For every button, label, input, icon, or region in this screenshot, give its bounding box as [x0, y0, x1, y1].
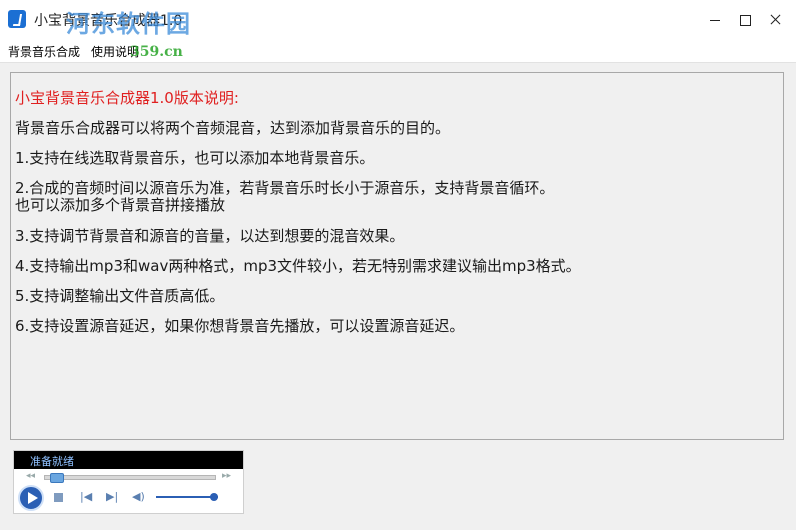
- seek-slider[interactable]: [44, 473, 216, 483]
- player-status-bar: 准备就绪: [14, 451, 243, 469]
- app-icon: [8, 10, 26, 28]
- menu-item-background-music[interactable]: 背景音乐合成: [8, 43, 80, 60]
- minimize-button[interactable]: [700, 0, 730, 40]
- seek-forward-icon[interactable]: ▸▸: [222, 471, 231, 481]
- media-player: 准备就绪 ◂◂ ▸▸ |◀ ▶| ◀): [13, 450, 244, 514]
- seek-thumb[interactable]: [49, 473, 64, 483]
- volume-icon[interactable]: ◀): [132, 491, 145, 503]
- doc-line: 背景音乐合成器可以将两个音频混音，达到添加背景音乐的目的。: [15, 119, 451, 137]
- menu-bar: 背景音乐合成 使用说明: [0, 40, 796, 63]
- previous-icon[interactable]: |◀: [80, 491, 92, 503]
- doc-line: 4.支持输出mp3和wav两种格式，mp3文件较小，若无特别需求建议输出mp3格…: [15, 257, 581, 275]
- doc-line: 5.支持调整输出文件音质高低。: [15, 287, 225, 305]
- next-icon[interactable]: ▶|: [106, 491, 118, 503]
- doc-title: 小宝背景音乐合成器1.0版本说明:: [15, 89, 239, 107]
- doc-line: 6.支持设置源音延迟，如果你想背景音先播放，可以设置源音延迟。: [15, 317, 465, 335]
- player-status-text: 准备就绪: [30, 455, 74, 468]
- maximize-button[interactable]: [730, 0, 760, 40]
- doc-line: 1.支持在线选取背景音乐，也可以添加本地背景音乐。: [15, 149, 375, 167]
- close-button[interactable]: [760, 0, 790, 40]
- seek-back-icon[interactable]: ◂◂: [26, 471, 35, 481]
- volume-knob[interactable]: [210, 493, 218, 501]
- title-bar: 小宝背景音乐合成器1.0 河东软件园: [0, 0, 796, 40]
- watermark-logo: 河东软件园: [66, 9, 191, 38]
- play-button[interactable]: [18, 485, 44, 511]
- doc-line: 也可以添加多个背景音拼接播放: [15, 196, 226, 214]
- instructions-text-area[interactable]: 小宝背景音乐合成器1.0版本说明: 背景音乐合成器可以将两个音频混音，达到添加背…: [10, 72, 784, 440]
- doc-line: 3.支持调节背景音和源音的音量，以达到想要的混音效果。: [15, 227, 405, 245]
- volume-slider[interactable]: [156, 493, 218, 501]
- stop-icon[interactable]: [54, 493, 63, 502]
- watermark-url: 359.cn: [130, 44, 183, 60]
